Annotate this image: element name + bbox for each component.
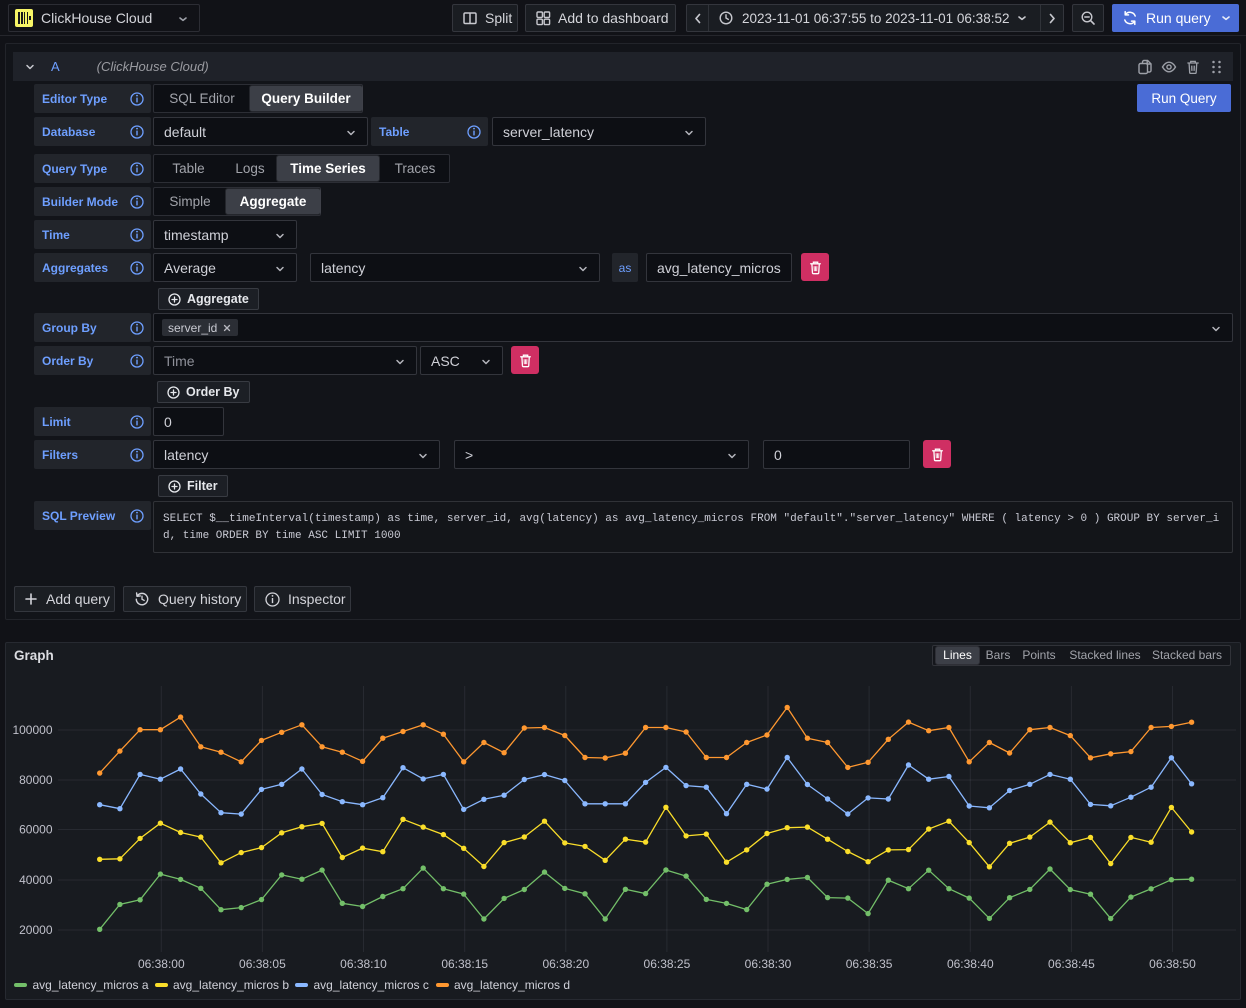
svg-text:20000: 20000 <box>19 923 53 937</box>
svg-text:06:38:50: 06:38:50 <box>1149 957 1196 971</box>
svg-text:06:38:45: 06:38:45 <box>1048 957 1095 971</box>
svg-text:06:38:15: 06:38:15 <box>441 957 488 971</box>
svg-text:60000: 60000 <box>19 823 53 837</box>
svg-text:40000: 40000 <box>19 873 53 887</box>
svg-text:100000: 100000 <box>12 723 52 737</box>
svg-text:06:38:40: 06:38:40 <box>947 957 994 971</box>
svg-text:06:38:25: 06:38:25 <box>644 957 691 971</box>
svg-text:06:38:05: 06:38:05 <box>239 957 286 971</box>
svg-text:80000: 80000 <box>19 773 53 787</box>
svg-text:06:38:20: 06:38:20 <box>542 957 589 971</box>
svg-text:06:38:35: 06:38:35 <box>846 957 893 971</box>
svg-text:06:38:10: 06:38:10 <box>340 957 387 971</box>
svg-text:06:38:00: 06:38:00 <box>138 957 185 971</box>
svg-text:06:38:30: 06:38:30 <box>745 957 792 971</box>
